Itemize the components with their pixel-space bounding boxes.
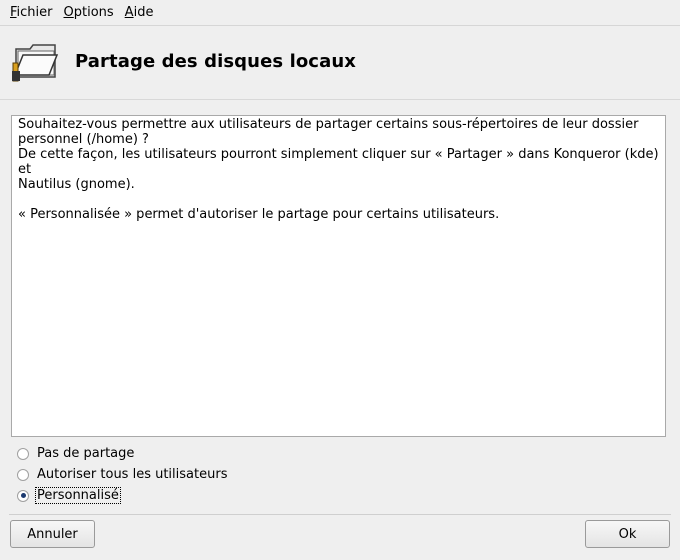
radio-label: Personnalisé bbox=[35, 487, 121, 504]
radio-button[interactable] bbox=[17, 447, 29, 460]
radio-option-custom[interactable]: Personnalisé bbox=[17, 485, 228, 506]
menu-bar: Fichier Options Aide bbox=[0, 0, 680, 26]
ok-button[interactable]: Ok bbox=[585, 520, 670, 548]
menu-fichier-label: ichier bbox=[16, 5, 53, 20]
divider bbox=[9, 514, 671, 515]
menu-fichier[interactable]: Fichier bbox=[0, 5, 60, 20]
cancel-button[interactable]: Annuler bbox=[10, 520, 95, 548]
menu-aide-mnemonic: A bbox=[124, 5, 134, 20]
menu-aide-label: ide bbox=[133, 5, 154, 20]
page-title: Partage des disques locaux bbox=[75, 51, 356, 72]
menu-aide[interactable]: Aide bbox=[121, 5, 161, 20]
menu-options-mnemonic: O bbox=[63, 5, 74, 20]
radio-button-checked[interactable] bbox=[17, 489, 29, 502]
radio-option-no-sharing[interactable]: Pas de partage bbox=[17, 443, 228, 464]
description-line: « Personnalisée » permet d'autoriser le … bbox=[18, 207, 500, 222]
description-line: personnel (/home) ? bbox=[18, 132, 149, 147]
description-text-area[interactable]: Souhaitez-vous permettre aux utilisateur… bbox=[11, 115, 666, 437]
folder-share-icon bbox=[12, 44, 59, 82]
menu-options-label: ptions bbox=[73, 5, 114, 20]
description-line: Nautilus (gnome). bbox=[18, 177, 135, 192]
description-line: Souhaitez-vous permettre aux utilisateur… bbox=[18, 117, 639, 132]
description-line: De cette façon, les utilisateurs pourron… bbox=[18, 147, 659, 177]
menu-options[interactable]: Options bbox=[60, 5, 121, 20]
radio-option-all-users[interactable]: Autoriser tous les utilisateurs bbox=[17, 464, 228, 485]
radio-label: Autoriser tous les utilisateurs bbox=[37, 467, 228, 482]
page-header: Partage des disques locaux bbox=[0, 26, 680, 100]
radio-button[interactable] bbox=[17, 468, 29, 481]
sharing-options: Pas de partage Autoriser tous les utilis… bbox=[17, 443, 228, 506]
radio-label: Pas de partage bbox=[37, 446, 135, 461]
